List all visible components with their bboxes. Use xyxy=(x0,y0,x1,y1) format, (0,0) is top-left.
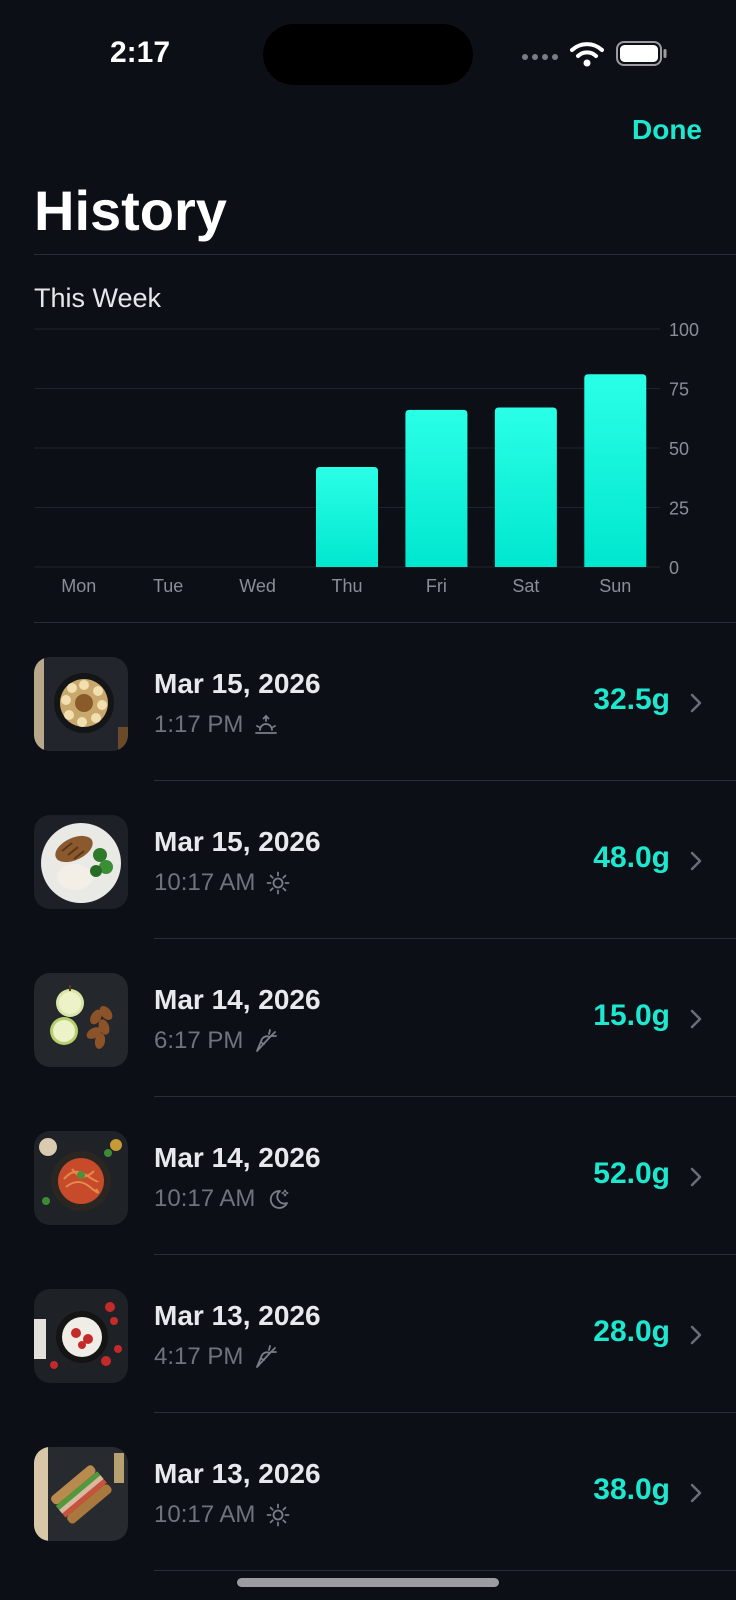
entry-time: 6:17 PM xyxy=(154,1027,244,1054)
food-photo-yogurt-berries xyxy=(34,1289,128,1383)
home-indicator xyxy=(237,1578,499,1587)
chevron-right-icon xyxy=(690,1483,702,1503)
carrot-icon xyxy=(253,1344,279,1370)
chevron-right-icon xyxy=(690,1325,702,1345)
x-tick-label-thu: Thu xyxy=(331,576,362,596)
cellular-signal-icon xyxy=(522,54,558,60)
entry-date: Mar 14, 2026 xyxy=(154,984,321,1015)
page-title: History xyxy=(34,179,227,242)
x-tick-label-wed: Wed xyxy=(239,576,276,596)
chevron-right-icon xyxy=(690,1167,702,1187)
food-photo-sandwich xyxy=(34,1447,128,1541)
entry-time: 4:17 PM xyxy=(154,1343,244,1370)
entry-meta: 4:17 PM xyxy=(154,1343,279,1371)
entry-amount: 48.0g xyxy=(593,841,670,874)
status-time: 2:17 xyxy=(110,36,171,69)
entry-amount: 32.5g xyxy=(593,683,670,716)
entry-date: Mar 14, 2026 xyxy=(154,1142,321,1173)
battery-icon xyxy=(616,41,667,66)
entry-meta: 10:17 AM xyxy=(154,1501,291,1529)
dynamic-island xyxy=(263,24,473,85)
food-photo-oatmeal-bowl xyxy=(34,657,128,751)
x-tick-label-tue: Tue xyxy=(153,576,183,596)
y-tick-label: 100 xyxy=(669,320,699,340)
y-tick-label: 75 xyxy=(669,380,689,400)
entry-date: Mar 15, 2026 xyxy=(154,668,321,699)
entry-date: Mar 15, 2026 xyxy=(154,826,321,857)
chevron-right-icon xyxy=(690,851,702,871)
y-tick-label: 0 xyxy=(669,558,679,578)
x-tick-label-sun: Sun xyxy=(599,576,631,596)
weekly-bar-chart: 0 25 50 75 100 Mon Tue Wed Thu Fri Sat Sun xyxy=(34,320,699,596)
entry-amount: 28.0g xyxy=(593,1315,670,1348)
carrot-icon xyxy=(253,1028,279,1054)
x-tick-label-sat: Sat xyxy=(512,576,539,596)
entry-amount: 38.0g xyxy=(593,1473,670,1506)
entry-meta: 6:17 PM xyxy=(154,1027,279,1055)
entry-time: 10:17 AM xyxy=(154,869,256,896)
food-photo-chicken-rice-broccoli xyxy=(34,815,128,909)
sunrise-icon xyxy=(253,712,279,738)
history-entry-row[interactable]: Mar 15, 2026 10:17 AM 48.0g xyxy=(0,781,736,939)
x-tick-label-fri: Fri xyxy=(426,576,447,596)
status-bar: 2:17 xyxy=(0,0,736,100)
food-photo-spaghetti xyxy=(34,1131,128,1225)
sun-icon xyxy=(265,870,291,896)
bar-thu xyxy=(316,467,378,567)
chevron-right-icon xyxy=(690,1009,702,1029)
x-tick-label-mon: Mon xyxy=(61,576,96,596)
entry-meta: 10:17 AM xyxy=(154,1185,291,1213)
bar-fri xyxy=(405,409,468,567)
sun-icon xyxy=(265,1502,291,1528)
done-button[interactable]: Done xyxy=(632,114,702,146)
moon-icon xyxy=(265,1186,291,1212)
history-entry-row[interactable]: Mar 13, 2026 10:17 AM 38.0g xyxy=(0,1413,736,1571)
chevron-right-icon xyxy=(690,693,702,713)
bar-sun xyxy=(584,374,647,567)
y-tick-label: 50 xyxy=(669,439,689,459)
entry-date: Mar 13, 2026 xyxy=(154,1458,321,1489)
entry-meta: 10:17 AM xyxy=(154,869,291,897)
entry-meta: 1:17 PM xyxy=(154,711,279,739)
divider xyxy=(34,254,736,255)
entry-time: 1:17 PM xyxy=(154,711,244,738)
entry-time: 10:17 AM xyxy=(154,1185,256,1212)
history-list: Mar 15, 2026 1:17 PM 32.5g Mar 15, 2026 10:1… xyxy=(0,623,736,1571)
history-entry-row[interactable]: Mar 14, 2026 6:17 PM 15.0g xyxy=(0,939,736,1097)
history-entry-row[interactable]: Mar 13, 2026 4:17 PM 28.0g xyxy=(0,1255,736,1413)
history-entry-row[interactable]: Mar 15, 2026 1:17 PM 32.5g xyxy=(0,623,736,781)
bar-sat xyxy=(494,407,557,567)
entry-amount: 52.0g xyxy=(593,1157,670,1190)
entry-time: 10:17 AM xyxy=(154,1501,256,1528)
divider xyxy=(154,1570,736,1571)
entry-amount: 15.0g xyxy=(593,999,670,1032)
wifi-icon xyxy=(570,42,604,67)
food-photo-apple-almonds xyxy=(34,973,128,1067)
history-entry-row[interactable]: Mar 14, 2026 10:17 AM 52.0g xyxy=(0,1097,736,1255)
y-tick-label: 25 xyxy=(669,499,689,519)
entry-date: Mar 13, 2026 xyxy=(154,1300,321,1331)
